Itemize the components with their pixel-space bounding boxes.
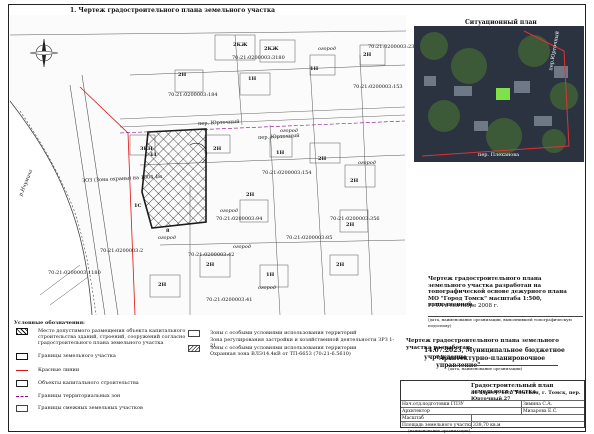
cadastral-label: 70:21:0200003:2 xyxy=(100,248,144,254)
plot-label: огород xyxy=(220,208,238,214)
cadastral-label: 70:21:0200003:94 xyxy=(216,216,263,222)
building-mark: 2Н xyxy=(158,282,167,288)
cadastral-label: 70:21:0200003:231 xyxy=(368,44,418,50)
building-mark: 2Н xyxy=(213,146,222,152)
cadastral-label: 70:21:0200003:154 xyxy=(262,170,312,176)
situation-street-label: пер. Плеханова xyxy=(478,152,520,158)
building-mark: 2Н xyxy=(363,52,372,58)
legend-title: Условные обозначения: xyxy=(14,320,85,326)
building-symbol-icon xyxy=(16,380,28,387)
building-mark: 1Н xyxy=(310,66,319,72)
title-block-org: (наименование организации) xyxy=(408,428,471,433)
plot-label: огород xyxy=(158,235,176,241)
org-note: (дата, наименование организации) xyxy=(448,365,558,372)
building-mark: 2КЖ xyxy=(233,42,248,48)
plot-label: огород xyxy=(358,160,376,166)
cadastral-label: 70:21:0200003:3180 xyxy=(232,55,285,61)
building-mark: 2Н xyxy=(346,222,355,228)
cadastral-label: 70:21:0200003:153 xyxy=(353,84,403,90)
building-mark: 2Н xyxy=(246,192,255,198)
red-line-symbol-icon xyxy=(16,367,28,371)
zone-box-symbol-icon xyxy=(188,330,200,337)
site-point-label: 8 xyxy=(166,228,170,234)
cadastral-label: 70:21:0200003:41 xyxy=(206,297,253,303)
situation-plan-map xyxy=(414,26,584,162)
plot-label: огород xyxy=(318,46,336,52)
building-mark: 2Н xyxy=(178,72,187,78)
legend-item: Границы земельного участка xyxy=(16,353,116,360)
plot-label: огород xyxy=(233,244,251,250)
cadastral-label: 70:21:0200003:85 xyxy=(286,235,333,241)
building-mark: 1Н xyxy=(276,150,285,156)
protected-zone-symbol-icon xyxy=(188,345,200,352)
site-point-label: 11 xyxy=(150,152,157,158)
legend-item: Красные линии xyxy=(16,367,79,373)
legend-item: Границы территориальных зон xyxy=(16,393,120,399)
cadastral-label: 70:21:0200003:356 xyxy=(330,216,380,222)
situation-heading: Ситуационный план xyxy=(465,19,537,26)
boundary-symbol-icon xyxy=(16,353,28,360)
cadastral-label: 70:21:0200003:184 xyxy=(168,92,218,98)
survey-note: (дата, наименование организации, выполни… xyxy=(428,316,583,329)
drawing-heading: 1. Чертеж градостроительного плана земел… xyxy=(70,7,276,14)
cadastral-label: 70:21:0200003:1180 xyxy=(48,270,101,276)
legend-item: Место допустимого размещения объекта кап… xyxy=(16,328,191,346)
site-point-label: 1С xyxy=(134,203,142,209)
building-mark: 2Н xyxy=(336,262,345,268)
building-mark: 2КЖ xyxy=(264,46,279,52)
hatch-symbol-icon xyxy=(16,328,28,335)
gpzu-sheet: 1. Чертеж градостроительного плана земел… xyxy=(8,0,586,433)
title-block: Градостроительный план земельного участк… xyxy=(400,380,585,429)
building-mark: 2Н xyxy=(318,156,327,162)
cadastral-label: 70:21:0200003:42 xyxy=(188,252,235,258)
building-mark: 1Н xyxy=(266,272,275,278)
plot-label: огород xyxy=(258,285,276,291)
adjacent-plot-symbol-icon xyxy=(16,405,28,412)
legend-zone: Охранная зона ВЛЭ14.4кВ от ТП-6653 (70:2… xyxy=(210,351,351,357)
survey-done: ГГТА в сентябре 2008 г. xyxy=(428,303,499,309)
legend-item: Границы смежных земельных участков xyxy=(16,405,143,412)
zone-line-symbol-icon xyxy=(16,393,28,397)
building-mark: 2Н xyxy=(206,262,215,268)
legend-zone: Зоны с особыми условиями использования т… xyxy=(188,330,398,337)
building-mark: 2Н xyxy=(350,178,359,184)
legend-item: Объекты капитального строительства xyxy=(16,380,139,387)
building-mark: 1Н xyxy=(248,76,257,82)
